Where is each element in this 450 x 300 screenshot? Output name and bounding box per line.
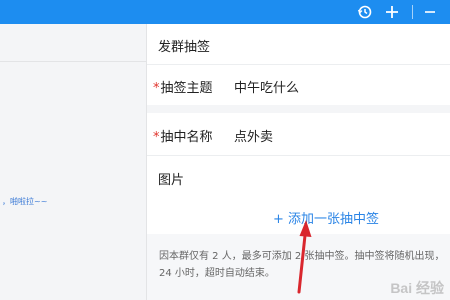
titlebar-divider	[412, 5, 413, 19]
topic-label: *抽签主题	[153, 77, 213, 96]
history-icon[interactable]	[356, 3, 374, 21]
hint-text: 因本群仅有 2 人，最多可添加 2 张抽中签。抽中签将随机出现， 24 小时，超…	[159, 248, 450, 282]
section-gap	[147, 105, 450, 113]
chat-message-fragment: ，啪啦拉~~	[2, 197, 48, 206]
image-label: 图片	[158, 173, 185, 188]
image-row[interactable]: 图片	[147, 156, 450, 196]
required-mark: *	[153, 81, 160, 96]
topic-input[interactable]: 中午吃什么	[234, 77, 299, 96]
topic-row[interactable]: *抽签主题 中午吃什么	[147, 65, 450, 105]
chat-area: ，啪啦拉~~	[0, 24, 147, 300]
winner-input[interactable]: 点外卖	[234, 126, 273, 145]
chat-divider	[0, 61, 146, 62]
draw-lots-panel: 发群抽签 *抽签主题 中午吃什么 *抽中名称 点外卖 图片 + 添加一张抽中签 …	[147, 24, 450, 300]
watermark: Bai 经验	[390, 280, 444, 296]
winner-label: *抽中名称	[153, 126, 213, 145]
hint-line-1: 因本群仅有 2 人，最多可添加 2 张抽中签。抽中签将随机出现，	[159, 251, 445, 262]
required-mark: *	[153, 130, 160, 145]
panel-title: 发群抽签	[158, 40, 211, 55]
plus-icon[interactable]	[383, 3, 401, 21]
minimize-icon[interactable]	[421, 3, 439, 21]
panel-header: 发群抽签	[147, 24, 450, 65]
title-bar	[0, 0, 450, 24]
winner-row[interactable]: *抽中名称 点外卖	[147, 113, 450, 156]
topic-label-text: 抽签主题	[160, 81, 213, 96]
winner-label-text: 抽中名称	[160, 130, 213, 145]
add-winning-lot-link[interactable]: + 添加一张抽中签	[273, 208, 379, 227]
